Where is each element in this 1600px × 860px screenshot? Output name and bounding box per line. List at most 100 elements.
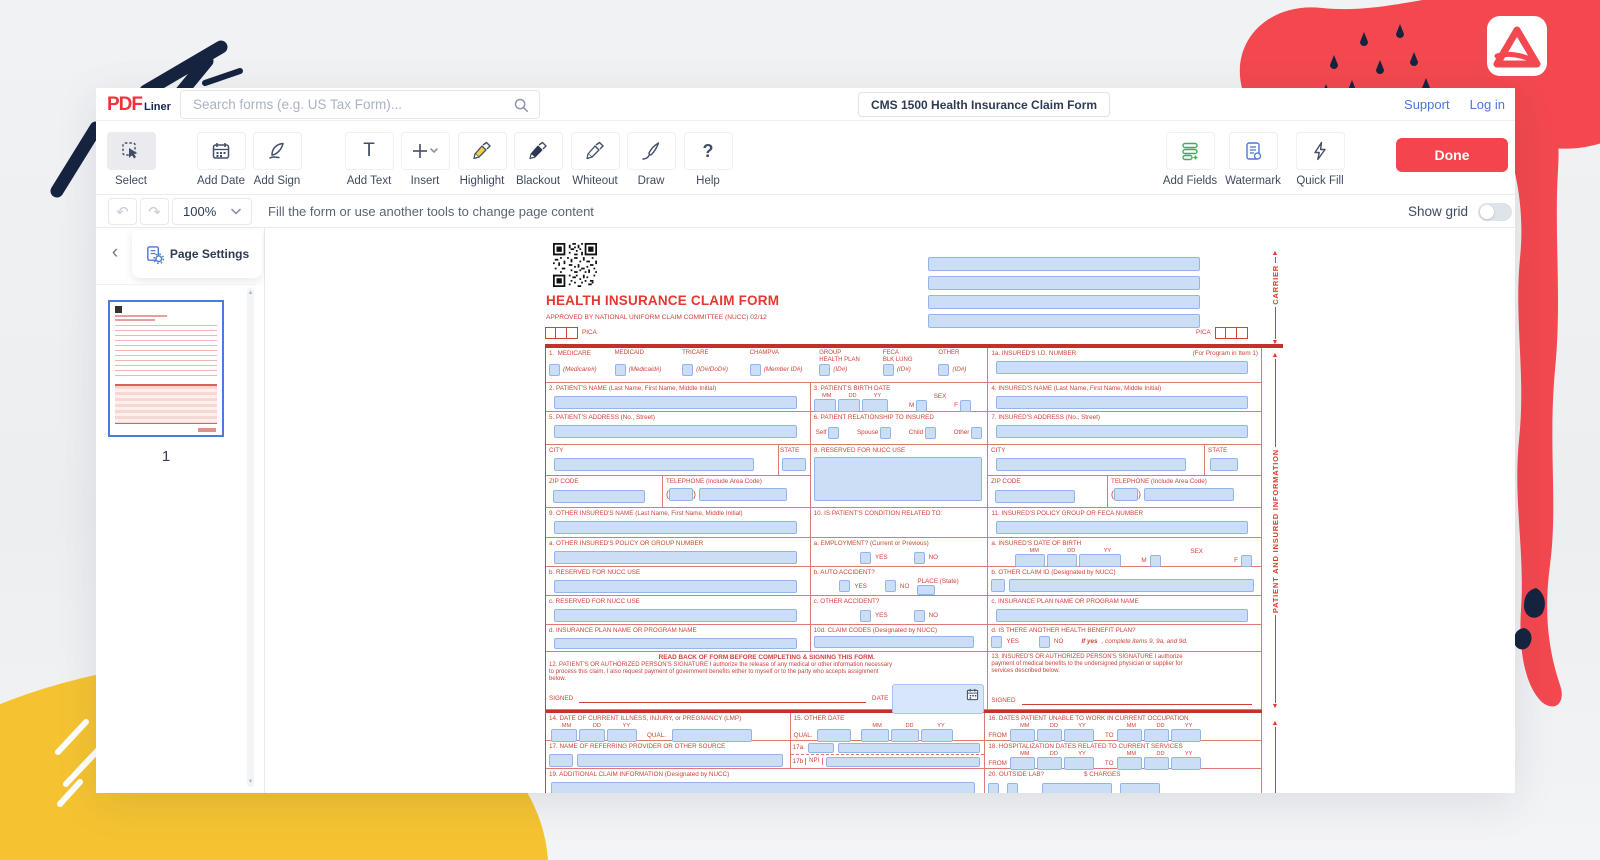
patient-area-code-input[interactable] <box>669 487 693 501</box>
work-to-dd-input[interactable] <box>1143 728 1169 742</box>
group-health-plan-checkbox[interactable] <box>819 364 831 376</box>
sex-f-checkbox[interactable] <box>959 400 971 412</box>
illness-mm-input[interactable] <box>551 728 577 742</box>
illness-yy-input[interactable] <box>607 728 637 742</box>
tricare-checkbox[interactable] <box>682 364 694 376</box>
rel-other-checkbox[interactable] <box>971 426 983 439</box>
plan-name-9d-input[interactable] <box>554 637 797 649</box>
claim-codes-input[interactable] <box>813 635 974 648</box>
medicaid-checkbox[interactable] <box>614 364 626 376</box>
carrier-field-4[interactable] <box>928 314 1200 328</box>
pdfliner-logo[interactable]: PDF Liner <box>107 94 171 116</box>
patient-phone-input[interactable] <box>699 487 787 501</box>
sex-m-checkbox[interactable] <box>916 400 928 412</box>
page-thumbnail[interactable] <box>108 300 224 437</box>
birth-mm-input[interactable] <box>813 398 836 412</box>
login-link[interactable]: Log in <box>1470 97 1505 112</box>
hosp-from-mm-input[interactable] <box>1009 756 1035 770</box>
search-bar[interactable] <box>180 90 540 119</box>
employment-yes-checkbox[interactable] <box>859 551 871 564</box>
medicare-checkbox[interactable] <box>549 364 560 376</box>
show-grid-toggle[interactable] <box>1478 202 1512 221</box>
insured-area-code-input[interactable] <box>1114 487 1138 501</box>
scroll-down-arrow[interactable]: ▼ <box>247 779 254 785</box>
insured-sex-f-checkbox[interactable] <box>1240 555 1252 567</box>
select-tool-button[interactable]: Select <box>81 132 181 187</box>
undo-button[interactable]: ↶ <box>108 198 137 225</box>
field-17a-input[interactable] <box>837 742 981 753</box>
other-date-dd-input[interactable] <box>890 728 919 742</box>
pica-box[interactable] <box>1236 327 1248 339</box>
additional-claim-info-input[interactable] <box>551 781 976 793</box>
work-from-mm-input[interactable] <box>1009 728 1035 742</box>
insured-dob-dd-input[interactable] <box>1047 553 1078 567</box>
work-from-yy-input[interactable] <box>1063 728 1094 742</box>
reserved-nucc-input[interactable] <box>814 456 982 501</box>
other-claim-id-input[interactable] <box>1009 578 1254 592</box>
insured-id-input[interactable] <box>996 360 1248 374</box>
other-accident-yes-checkbox[interactable] <box>859 609 871 622</box>
accident-place-input[interactable] <box>917 585 936 595</box>
insured-zip-input[interactable] <box>995 489 1075 503</box>
other-date-qual-input[interactable] <box>816 728 851 742</box>
pica-box[interactable] <box>1225 327 1237 339</box>
work-to-yy-input[interactable] <box>1170 728 1201 742</box>
support-link[interactable]: Support <box>1404 97 1450 112</box>
scroll-up-arrow[interactable]: ▲ <box>247 290 254 296</box>
insured-state-input[interactable] <box>1210 457 1238 471</box>
help-button[interactable]: ? Help <box>658 132 758 187</box>
other-insured-name-input[interactable] <box>554 520 797 534</box>
referring-name-input[interactable] <box>577 753 783 767</box>
policy-group-input[interactable] <box>996 520 1248 534</box>
charges-cents-input[interactable] <box>1120 782 1161 793</box>
benefit-plan-no-checkbox[interactable] <box>1038 635 1050 648</box>
work-from-dd-input[interactable] <box>1036 728 1062 742</box>
illness-dd-input[interactable] <box>579 728 605 742</box>
insurance-plan-name-input[interactable] <box>996 608 1248 622</box>
other-claim-qualifier-input[interactable] <box>991 578 1006 592</box>
insured-name-input[interactable] <box>996 395 1248 409</box>
pica-box[interactable] <box>545 327 556 339</box>
sidebar-scrollbar[interactable]: ▲ ▼ <box>247 288 254 787</box>
patient-city-input[interactable] <box>554 457 754 471</box>
reserved-9c-input[interactable] <box>554 608 797 622</box>
hosp-to-dd-input[interactable] <box>1143 756 1169 770</box>
benefit-plan-yes-checkbox[interactable] <box>991 635 1003 648</box>
field-17a-qual-input[interactable] <box>807 742 834 753</box>
collapse-sidebar-button[interactable]: ‹ <box>102 240 128 266</box>
employment-no-checkbox[interactable] <box>913 551 925 564</box>
reserved-9b-input[interactable] <box>554 579 797 593</box>
rel-child-checkbox[interactable] <box>925 426 937 439</box>
work-to-mm-input[interactable] <box>1116 728 1142 742</box>
hosp-from-dd-input[interactable] <box>1036 756 1062 770</box>
carrier-field-3[interactable] <box>928 295 1200 309</box>
insured-dob-mm-input[interactable] <box>1015 553 1046 567</box>
patient-address-input[interactable] <box>554 424 797 438</box>
auto-accident-yes-checkbox[interactable] <box>839 580 851 593</box>
date-picker-calendar-icon[interactable] <box>966 688 979 701</box>
pica-box[interactable] <box>567 327 578 339</box>
auto-accident-no-checkbox[interactable] <box>884 580 896 593</box>
carrier-field-2[interactable] <box>928 276 1200 290</box>
feca-checkbox[interactable] <box>882 364 894 376</box>
zoom-select[interactable]: 100% <box>172 198 252 225</box>
charges-input[interactable] <box>1042 782 1113 793</box>
quick-fill-button[interactable]: Quick Fill <box>1270 132 1370 187</box>
hosp-to-mm-input[interactable] <box>1116 756 1142 770</box>
search-input[interactable] <box>181 97 513 112</box>
other-date-yy-input[interactable] <box>920 728 953 742</box>
insured-dob-yy-input[interactable] <box>1079 553 1122 567</box>
patient-state-input[interactable] <box>782 457 806 471</box>
page-settings-button[interactable]: Page Settings <box>132 230 262 278</box>
rel-spouse-checkbox[interactable] <box>880 426 892 439</box>
insured-city-input[interactable] <box>996 457 1186 471</box>
document-canvas[interactable]: HEALTH INSURANCE CLAIM FORM APPROVED BY … <box>265 228 1515 793</box>
hosp-from-yy-input[interactable] <box>1063 756 1094 770</box>
patient-zip-input[interactable] <box>553 489 645 503</box>
npi-input[interactable] <box>826 756 981 767</box>
done-button[interactable]: Done <box>1396 138 1508 172</box>
hosp-to-yy-input[interactable] <box>1170 756 1201 770</box>
signature-date-field[interactable] <box>892 683 985 714</box>
other-accident-no-checkbox[interactable] <box>913 609 925 622</box>
pica-box[interactable] <box>556 327 567 339</box>
